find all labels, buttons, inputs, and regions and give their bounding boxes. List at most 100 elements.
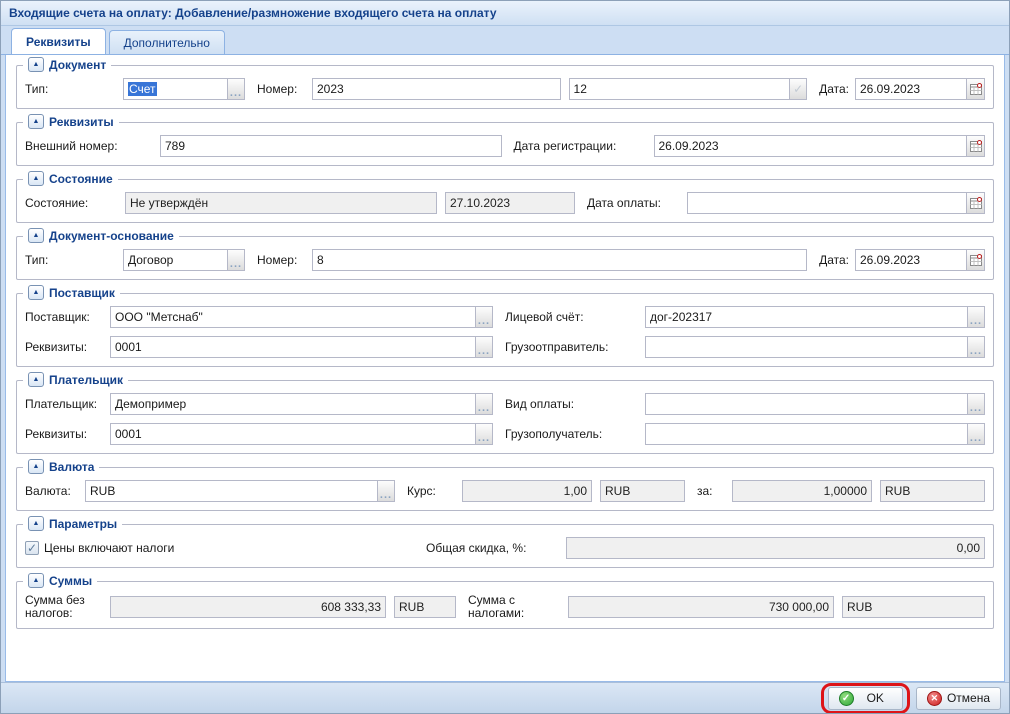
base-doc-date-input[interactable]: 26.09.2023	[855, 249, 967, 271]
footer-toolbar: ✓ OK ✕ Отмена	[1, 682, 1009, 713]
consignor-combo: ...	[645, 336, 985, 358]
consignee-combo: ...	[645, 423, 985, 445]
currency-label: Валюта:	[25, 485, 85, 498]
collapse-button[interactable]: ▲	[28, 171, 44, 186]
currency-combo: RUB ...	[85, 480, 395, 502]
ellipsis-icon: ...	[968, 346, 984, 356]
consignor-input[interactable]	[645, 336, 968, 358]
chevron-up-icon: ▲	[33, 61, 40, 68]
fieldset-parametry: ▲ Параметры ✓ Цены включают налоги Общая…	[16, 524, 994, 568]
fieldset-rekvizity: ▲ Реквизиты Внешний номер: 789 Дата реги…	[16, 122, 994, 166]
currency-lookup-button[interactable]: ...	[377, 480, 395, 502]
personal-account-combo: дог-202317 ...	[645, 306, 985, 328]
external-number-input[interactable]: 789	[160, 135, 502, 157]
ok-button-label: OK	[859, 691, 892, 705]
doc-number2-input[interactable]: 12	[569, 78, 791, 100]
doc-date-label: Дата:	[819, 83, 855, 96]
collapse-button[interactable]: ▲	[28, 114, 44, 129]
base-doc-type-input[interactable]: Договор	[123, 249, 228, 271]
prices-include-taxes-checkbox[interactable]: ✓	[25, 541, 39, 555]
registration-date-combo: 26.09.2023	[654, 135, 986, 157]
supplier-requisites-combo: 0001 ...	[110, 336, 493, 358]
tab-rekvizity[interactable]: Реквизиты	[11, 28, 106, 54]
fieldset-legend: ▲ Плательщик	[23, 372, 128, 387]
registration-date-label: Дата регистрации:	[514, 140, 654, 153]
collapse-button[interactable]: ▲	[28, 57, 44, 72]
ok-button[interactable]: ✓ OK	[828, 687, 903, 710]
base-doc-type-lookup-button[interactable]: ...	[227, 249, 245, 271]
payment-date-input[interactable]	[687, 192, 967, 214]
collapse-button[interactable]: ▲	[28, 516, 44, 531]
fieldset-title: Документ-основание	[49, 229, 174, 243]
ellipsis-icon: ...	[476, 316, 492, 326]
fieldset-summy: ▲ Суммы Сумма без налогов: 608 333,33 RU…	[16, 581, 994, 629]
currency-input[interactable]: RUB	[85, 480, 378, 502]
check-icon: ✓	[793, 82, 803, 96]
fieldset-title: Суммы	[49, 574, 92, 588]
fieldset-platelshchik: ▲ Плательщик Плательщик: Демопример ... …	[16, 380, 994, 454]
registration-date-picker-button[interactable]	[966, 135, 985, 157]
calendar-icon	[970, 140, 982, 152]
sum-with-taxes-label: Сумма с налогами:	[468, 594, 568, 620]
cancel-button[interactable]: ✕ Отмена	[916, 687, 1001, 710]
doc-number2-combo: 12 ✓	[569, 78, 808, 100]
base-doc-number-input[interactable]: 8	[312, 249, 807, 271]
personal-account-input[interactable]: дог-202317	[645, 306, 968, 328]
ellipsis-icon: ...	[378, 490, 394, 500]
collapse-button[interactable]: ▲	[28, 459, 44, 474]
ellipsis-icon: ...	[228, 88, 244, 98]
doc-type-lookup-button[interactable]: ...	[227, 78, 245, 100]
per-value-field: 1,00000	[732, 480, 872, 502]
rate-label: Курс:	[407, 485, 462, 498]
consignor-label: Грузоотправитель:	[505, 341, 645, 354]
payment-type-input[interactable]	[645, 393, 968, 415]
status-date-field: 27.10.2023	[445, 192, 575, 214]
collapse-button[interactable]: ▲	[28, 573, 44, 588]
fieldset-legend: ▲ Валюта	[23, 459, 99, 474]
payer-requisites-input[interactable]: 0001	[110, 423, 476, 445]
fieldset-legend: ▲ Документ-основание	[23, 228, 179, 243]
supplier-requisites-input[interactable]: 0001	[110, 336, 476, 358]
dialog-title: Входящие счета на оплату: Добавление/раз…	[9, 6, 497, 20]
registration-date-input[interactable]: 26.09.2023	[654, 135, 968, 157]
collapse-button[interactable]: ▲	[28, 228, 44, 243]
payer-lookup-button[interactable]: ...	[475, 393, 493, 415]
doc-number-input[interactable]: 2023	[312, 78, 561, 100]
ellipsis-icon: ...	[476, 346, 492, 356]
doc-date-picker-button[interactable]	[966, 78, 985, 100]
total-discount-label: Общая скидка, %:	[426, 542, 566, 555]
consignor-lookup-button[interactable]: ...	[967, 336, 985, 358]
consignee-lookup-button[interactable]: ...	[967, 423, 985, 445]
payment-date-picker-button[interactable]	[966, 192, 985, 214]
tab-dopolnitelno[interactable]: Дополнительно	[109, 30, 225, 54]
payment-date-label: Дата оплаты:	[587, 197, 687, 210]
doc-date-combo: 26.09.2023	[855, 78, 985, 100]
doc-type-input[interactable]: Счет	[123, 78, 228, 100]
fieldset-title: Поставщик	[49, 286, 115, 300]
collapse-button[interactable]: ▲	[28, 372, 44, 387]
fieldset-title: Документ	[49, 58, 106, 72]
doc-date-input[interactable]: 26.09.2023	[855, 78, 967, 100]
doc-number2-check-button[interactable]: ✓	[789, 78, 807, 100]
chevron-up-icon: ▲	[33, 289, 40, 296]
personal-account-label: Лицевой счёт:	[505, 311, 645, 324]
total-discount-field: 0,00	[566, 537, 985, 559]
personal-account-lookup-button[interactable]: ...	[967, 306, 985, 328]
tab-label: Реквизиты	[26, 35, 91, 49]
fieldset-title: Параметры	[49, 517, 117, 531]
collapse-button[interactable]: ▲	[28, 285, 44, 300]
chevron-up-icon: ▲	[33, 520, 40, 527]
sum-without-taxes-label: Сумма без налогов:	[25, 594, 110, 620]
payer-requisites-lookup-button[interactable]: ...	[475, 423, 493, 445]
fieldset-title: Валюта	[49, 460, 94, 474]
ellipsis-icon: ...	[968, 433, 984, 443]
payment-type-lookup-button[interactable]: ...	[967, 393, 985, 415]
dialog-window: Входящие счета на оплату: Добавление/раз…	[0, 0, 1010, 714]
consignee-input[interactable]	[645, 423, 968, 445]
supplier-input[interactable]: ООО "Метснаб"	[110, 306, 476, 328]
supplier-lookup-button[interactable]: ...	[475, 306, 493, 328]
supplier-requisites-lookup-button[interactable]: ...	[475, 336, 493, 358]
base-doc-date-picker-button[interactable]	[966, 249, 985, 271]
checkmark-icon: ✓	[27, 541, 37, 555]
payer-input[interactable]: Демопример	[110, 393, 476, 415]
